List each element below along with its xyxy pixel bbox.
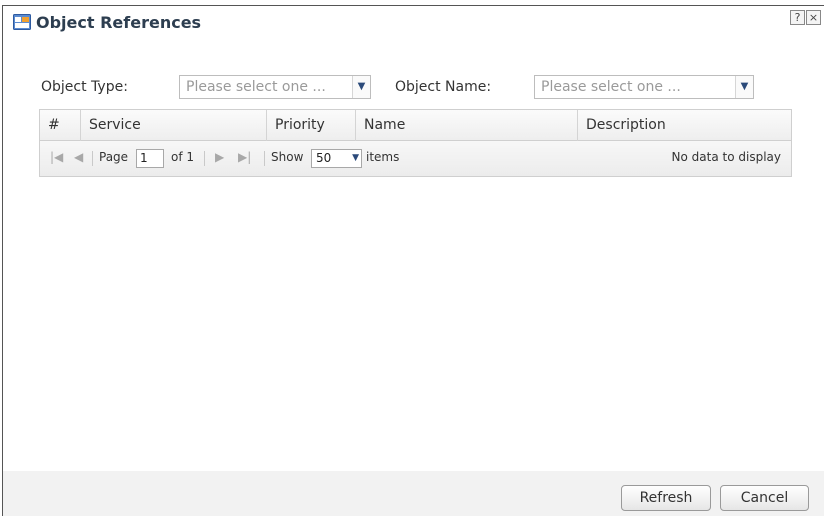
previous-page-icon[interactable]: ◀ (74, 141, 83, 176)
dialog-titlebar: Object References ? × (3, 6, 824, 42)
window-app-icon (13, 14, 31, 30)
object-type-label: Object Type: (41, 79, 128, 95)
chevron-down-icon: ▼ (352, 153, 359, 163)
dialog-footer: Refresh Cancel (3, 471, 824, 516)
table-header: # Service Priority Name Description (40, 110, 791, 141)
pager-divider (92, 151, 93, 166)
column-header-number[interactable]: # (40, 110, 81, 141)
show-label: Show (271, 150, 304, 164)
chevron-down-icon: ▼ (735, 76, 753, 98)
help-button[interactable]: ? (790, 10, 805, 25)
object-type-value: Please select one ... (186, 79, 326, 95)
last-page-icon[interactable]: ▶| (238, 141, 251, 176)
object-type-select[interactable]: Please select one ... ▼ (179, 75, 371, 99)
next-page-icon[interactable]: ▶ (215, 141, 224, 176)
column-header-service[interactable]: Service (81, 110, 267, 141)
object-name-value: Please select one ... (541, 79, 681, 95)
pager-divider (264, 151, 265, 166)
column-header-name[interactable]: Name (356, 110, 578, 141)
references-table: # Service Priority Name Description |◀ ◀… (39, 109, 792, 177)
object-references-dialog: Object References ? × Object Type: Pleas… (2, 5, 824, 516)
first-page-icon[interactable]: |◀ (50, 141, 63, 176)
cancel-button[interactable]: Cancel (720, 485, 809, 511)
column-header-description[interactable]: Description (578, 110, 791, 141)
items-label: items (366, 150, 400, 164)
page-size-select[interactable]: 50 ▼ (311, 149, 362, 168)
object-name-label: Object Name: (395, 79, 492, 95)
page-label: Page (99, 150, 129, 164)
refresh-button[interactable]: Refresh (621, 485, 711, 511)
empty-table-message: No data to display (671, 150, 781, 164)
object-name-select[interactable]: Please select one ... ▼ (534, 75, 754, 99)
pager-divider (204, 151, 205, 166)
page-number-input[interactable]: 1 (136, 149, 164, 168)
page-size-value: 50 (316, 151, 332, 165)
close-button[interactable]: × (806, 10, 821, 25)
table-pager: |◀ ◀ Page 1 of 1 ▶ ▶| Show 50 ▼ items No… (40, 141, 791, 176)
column-header-priority[interactable]: Priority (267, 110, 356, 141)
chevron-down-icon: ▼ (352, 76, 370, 98)
page-count-label: of 1 (171, 150, 195, 164)
dialog-title: Object References (36, 13, 202, 32)
